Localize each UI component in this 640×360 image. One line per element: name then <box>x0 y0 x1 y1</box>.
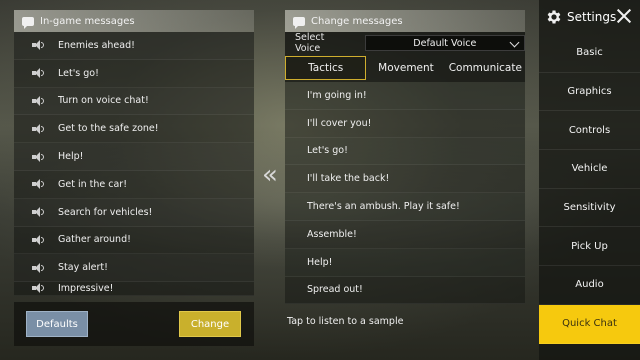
change-messages-title: Change messages <box>311 15 403 27</box>
defaults-button[interactable]: Defaults <box>26 311 88 337</box>
sidebar-item-sensitivity[interactable]: Sensitivity <box>539 189 640 228</box>
sample-hint-text: Tap to listen to a sample <box>287 316 404 327</box>
message-text: Get to the safe zone! <box>58 123 159 135</box>
message-text: Let's go! <box>58 67 99 79</box>
message-text: Gather around! <box>58 234 131 246</box>
sidebar-item-quick-chat[interactable]: Quick Chat <box>539 304 640 344</box>
speaker-icon[interactable] <box>32 151 44 162</box>
settings-title: Settings <box>567 10 617 24</box>
tactics-message-item[interactable]: I'm going in! <box>285 82 525 110</box>
voice-select-dropdown[interactable]: Default Voice <box>364 35 525 51</box>
speaker-icon[interactable] <box>32 95 44 106</box>
settings-sidebar: Settings Basic Graphics Controls Vehicle… <box>539 0 640 360</box>
message-text: Help! <box>58 151 84 163</box>
speaker-icon[interactable] <box>32 262 44 273</box>
in-game-message-item[interactable]: Search for vehicles! <box>14 198 254 227</box>
sidebar-item-graphics[interactable]: Graphics <box>539 73 640 112</box>
in-game-message-list: Enemies ahead! Let's go! Turn on voice c… <box>14 32 254 297</box>
change-messages-panel: Change messages Select Voice Default Voi… <box>285 10 525 346</box>
tab-tactics[interactable]: Tactics <box>285 56 367 80</box>
tactics-message-item[interactable]: There's an ambush. Play it safe! <box>285 193 525 221</box>
tactics-message-item[interactable]: Assemble! <box>285 220 525 249</box>
in-game-message-item[interactable]: Stay alert! <box>14 254 254 283</box>
gear-icon <box>547 10 561 24</box>
in-game-message-item[interactable]: Get in the car! <box>14 170 254 199</box>
speaker-icon[interactable] <box>32 123 44 134</box>
sidebar-item-basic[interactable]: Basic <box>539 34 640 73</box>
speaker-icon[interactable] <box>32 207 44 218</box>
in-game-messages-header: In-game messages <box>14 10 254 32</box>
settings-header: Settings <box>539 0 640 34</box>
voice-select-value: Default Voice <box>413 37 477 49</box>
tactics-message-item[interactable]: Let's go! <box>285 137 525 166</box>
tab-communicate[interactable]: Communicate <box>446 56 525 80</box>
tab-movement[interactable]: Movement <box>366 56 445 80</box>
in-game-message-item[interactable]: Gather around! <box>14 226 254 255</box>
change-button[interactable]: Change <box>179 311 241 337</box>
sidebar-item-controls[interactable]: Controls <box>539 111 640 151</box>
change-messages-header: Change messages <box>285 10 525 32</box>
chevron-down-icon <box>509 37 520 48</box>
in-game-messages-title: In-game messages <box>40 15 135 27</box>
close-icon[interactable] <box>616 8 632 24</box>
message-text: Turn on voice chat! <box>58 95 149 107</box>
voice-select-label: Select Voice <box>295 32 325 54</box>
speaker-icon[interactable] <box>32 68 44 79</box>
speaker-icon[interactable] <box>32 234 44 245</box>
message-text: Stay alert! <box>58 262 108 274</box>
tactics-message-item[interactable]: Help! <box>285 248 525 277</box>
tactics-message-item[interactable]: I'll cover you! <box>285 109 525 138</box>
chat-bubble-icon <box>22 16 34 29</box>
in-game-message-item[interactable]: Impressive! <box>14 282 254 297</box>
speaker-icon[interactable] <box>32 40 44 51</box>
message-text: Impressive! <box>58 283 114 295</box>
speaker-icon[interactable] <box>32 283 44 294</box>
voice-select-row: Select Voice Default Voice <box>285 32 525 54</box>
sidebar-item-audio[interactable]: Audio <box>539 266 640 305</box>
tactics-message-item[interactable]: Spread out! <box>285 276 525 305</box>
in-game-message-item[interactable]: Enemies ahead! <box>14 32 254 60</box>
message-text: Enemies ahead! <box>58 39 135 51</box>
speaker-icon[interactable] <box>32 179 44 190</box>
message-category-tabs: Tactics Movement Communicate <box>285 54 525 82</box>
message-text: Get in the car! <box>58 178 128 190</box>
in-game-message-item[interactable]: Get to the safe zone! <box>14 115 254 144</box>
tactics-message-item[interactable]: I'll take the back! <box>285 165 525 194</box>
sidebar-item-pick-up[interactable]: Pick Up <box>539 227 640 267</box>
sidebar-item-vehicle[interactable]: Vehicle <box>539 150 640 189</box>
in-game-messages-panel: In-game messages Enemies ahead! Let's go… <box>14 10 254 346</box>
chat-bubble-icon <box>293 16 305 29</box>
double-left-arrow-icon[interactable]: « <box>256 160 284 190</box>
in-game-message-item[interactable]: Help! <box>14 143 254 171</box>
in-game-message-item[interactable]: Let's go! <box>14 59 254 88</box>
left-panel-footer: Defaults Change <box>14 302 254 346</box>
tactics-message-list: I'm going in! I'll cover you! Let's go! … <box>285 82 525 305</box>
message-text: Search for vehicles! <box>58 206 153 218</box>
in-game-message-item[interactable]: Turn on voice chat! <box>14 87 254 116</box>
